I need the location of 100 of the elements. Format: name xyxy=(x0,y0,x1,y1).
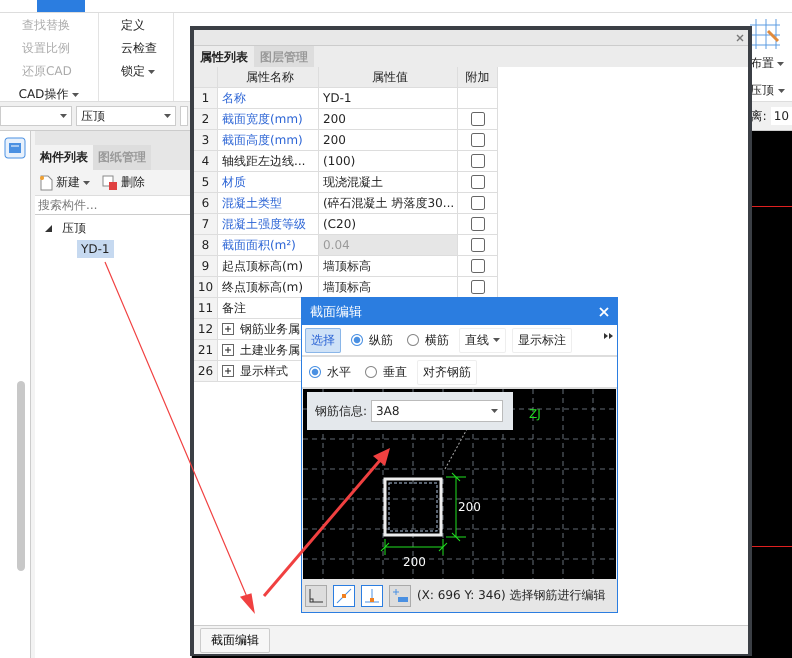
row-number: 11 xyxy=(194,298,218,319)
property-value[interactable]: (碎石混凝土 坍落度30... xyxy=(319,193,458,214)
property-value[interactable]: 墙顶标高 xyxy=(319,256,458,277)
row-number: 26 xyxy=(194,361,218,382)
close-icon[interactable] xyxy=(736,34,744,42)
property-value[interactable]: 200 xyxy=(319,109,458,130)
row-number: 3 xyxy=(194,130,218,151)
property-name: 起点顶标高(m) xyxy=(218,256,319,277)
checkbox[interactable] xyxy=(470,259,484,273)
row-number: 2 xyxy=(194,109,218,130)
property-value[interactable]: (100) xyxy=(319,151,458,172)
add-bar-icon xyxy=(392,588,408,604)
row-number: 12 xyxy=(194,319,218,340)
rebar-info-dropdown[interactable]: 3A8 xyxy=(371,400,504,422)
radio-button[interactable]: 纵筋 xyxy=(347,332,397,348)
ribbon-group-label[interactable]: CAD操作 xyxy=(6,82,92,107)
row-number: 9 xyxy=(194,256,218,277)
perpendicular-icon xyxy=(364,588,380,604)
snap-line-icon xyxy=(336,588,352,604)
property-name: 截面宽度(mm) xyxy=(218,109,319,130)
property-value[interactable]: 现浇混凝土 xyxy=(319,172,458,193)
radio-button[interactable]: 横筋 xyxy=(403,332,453,348)
section-outline[interactable] xyxy=(384,478,442,536)
checkbox[interactable] xyxy=(470,196,484,210)
delete-icon xyxy=(102,174,118,190)
ribbon-button[interactable]: 云检查 xyxy=(105,38,167,59)
row-number: 1 xyxy=(194,88,218,109)
row-number: 10 xyxy=(194,277,218,298)
caret-icon xyxy=(164,114,171,118)
checkbox[interactable] xyxy=(470,133,484,147)
expand-button[interactable] xyxy=(222,344,234,356)
property-value[interactable]: YD-1 xyxy=(319,88,458,109)
checkbox[interactable] xyxy=(470,154,484,168)
dotted-leader-line xyxy=(444,428,468,470)
toolbar-button[interactable]: 删除 xyxy=(102,174,145,191)
new-document-icon xyxy=(39,174,53,190)
panel-tab[interactable]: 构件列表 xyxy=(35,145,93,170)
checkbox[interactable] xyxy=(470,112,484,126)
caret-icon xyxy=(493,338,500,342)
distance-label: 离: xyxy=(750,108,767,124)
section-edit-button[interactable]: 截面编辑 xyxy=(200,628,270,652)
window-icon[interactable] xyxy=(4,137,26,159)
row-number: 21 xyxy=(194,340,218,361)
row-number: 5 xyxy=(194,172,218,193)
checkbox[interactable] xyxy=(470,280,484,294)
expand-button[interactable] xyxy=(222,323,234,335)
ribbon-button[interactable]: 锁定 xyxy=(105,61,167,82)
rebar-info-label: 钢筋信息: xyxy=(315,402,368,420)
tree-item[interactable]: YD-1 xyxy=(77,240,114,258)
caret-icon xyxy=(491,409,498,413)
caret-icon xyxy=(148,70,155,74)
ribbon-button[interactable]: 定义 xyxy=(105,15,167,36)
column-header: 属性值 xyxy=(319,67,458,88)
checkbox[interactable] xyxy=(470,217,484,231)
caret-icon xyxy=(72,92,80,96)
property-name: 截面高度(mm) xyxy=(218,130,319,151)
expand-button[interactable] xyxy=(222,365,234,377)
radio-button[interactable]: 垂直 xyxy=(361,364,411,380)
caret-icon xyxy=(778,88,785,92)
group-label: 土建业务属 xyxy=(240,342,300,358)
line-type-dropdown[interactable]: 直线 xyxy=(459,328,506,352)
width-dimension xyxy=(380,538,448,556)
tool-button[interactable] xyxy=(305,584,327,606)
group-label: 显示样式 xyxy=(240,362,288,380)
dropdown[interactable]: 压顶 xyxy=(76,106,176,126)
caret-icon xyxy=(777,62,784,66)
caret-icon xyxy=(60,114,67,118)
expand-arrow-icon[interactable] xyxy=(45,225,52,232)
scrollbar[interactable] xyxy=(17,381,25,571)
toolbar-button[interactable]: 对齐钢筋 xyxy=(417,360,477,384)
property-name: 名称 xyxy=(218,88,319,109)
status-text: (X: 696 Y: 346) 选择钢筋进行编辑 xyxy=(417,587,606,604)
table-corner xyxy=(194,67,218,88)
search-field[interactable]: 搜索构件... xyxy=(35,196,191,215)
row-number: 6 xyxy=(194,193,218,214)
grid-pencil-icon[interactable] xyxy=(748,17,782,51)
column-header: 属性名称 xyxy=(218,67,319,88)
property-name: 轴线距左边线... xyxy=(218,151,319,172)
caret-icon xyxy=(83,180,90,184)
row-number: 8 xyxy=(194,235,218,256)
toolbar-button[interactable]: 显示标注 xyxy=(512,328,572,352)
radio-button[interactable]: 水平 xyxy=(305,364,355,380)
group-label: 钢筋业务属 xyxy=(240,320,300,338)
toolbar-button[interactable]: 新建 xyxy=(39,174,90,191)
dimension-label: 200 xyxy=(403,555,426,569)
toolbar-button[interactable]: 选择 xyxy=(305,328,341,352)
checkbox[interactable] xyxy=(470,175,484,189)
distance-field[interactable]: 10 xyxy=(770,107,792,125)
column-header: 附加 xyxy=(458,67,498,88)
row-number: 7 xyxy=(194,214,218,235)
rebar-code: ZJ xyxy=(529,407,541,421)
property-value[interactable]: 200 xyxy=(319,130,458,151)
dimension-label: 200 xyxy=(458,500,481,514)
property-name: 混凝土强度等级 xyxy=(218,214,319,235)
corner-axis-icon xyxy=(308,588,324,604)
tree-item[interactable]: 压顶 xyxy=(58,218,90,239)
property-name: 材质 xyxy=(218,172,319,193)
overflow-icon[interactable] xyxy=(604,333,613,339)
section-canvas[interactable]: 钢筋信息: 3A8 200 200 ZJ xyxy=(303,389,616,579)
row-number: 4 xyxy=(194,151,218,172)
